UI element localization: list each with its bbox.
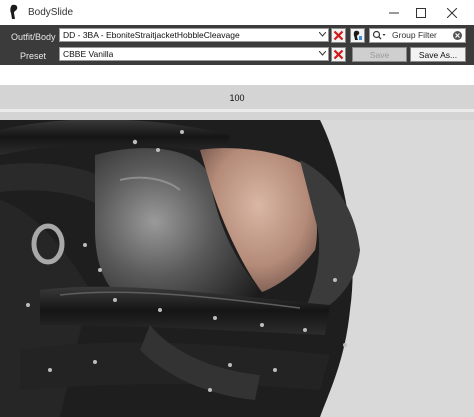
save-button[interactable]: Save (352, 47, 407, 62)
window-title: BodySlide (28, 7, 74, 18)
delete-preset-button[interactable] (331, 47, 346, 62)
chevron-down-icon (319, 32, 326, 37)
outfit-label: Outfit/Body (11, 32, 56, 42)
group-filter-field[interactable]: Group Filter (369, 28, 466, 43)
clear-icon[interactable] (453, 31, 462, 40)
delete-outfit-button[interactable] (331, 28, 346, 43)
search-icon (372, 30, 386, 40)
close-icon (447, 7, 457, 18)
outfit-studio-icon (353, 30, 362, 40)
maximize-button[interactable] (405, 0, 437, 25)
outfit-studio-button[interactable] (350, 28, 365, 43)
bodyslide-app-icon (10, 4, 18, 20)
save-as-button[interactable]: Save As... (410, 47, 466, 62)
title-bar: BodySlide (0, 0, 474, 25)
close-button[interactable] (436, 0, 468, 25)
minimize-icon (389, 12, 399, 13)
outfit-value: DD - 3BA - EboniteStraitjacketHobbleClea… (63, 30, 240, 40)
group-filter-placeholder: Group Filter (392, 30, 437, 40)
preset-select[interactable]: CBBE Vanilla (59, 47, 329, 61)
preset-label: Preset (20, 51, 47, 61)
slider-value: 100 (229, 93, 245, 103)
chevron-down-icon (319, 51, 326, 56)
outfit-select[interactable]: DD - 3BA - EboniteStraitjacketHobbleClea… (59, 28, 329, 42)
slider-track[interactable] (0, 109, 474, 112)
preset-value: CBBE Vanilla (63, 49, 114, 59)
maximize-icon (416, 7, 426, 18)
red-x-icon (333, 49, 344, 60)
outfit-preview-render (0, 120, 360, 417)
slider-row[interactable]: 100 (0, 85, 474, 120)
slider-panel-header (0, 65, 474, 85)
red-x-icon (333, 30, 344, 41)
preview-viewport[interactable] (0, 120, 474, 417)
